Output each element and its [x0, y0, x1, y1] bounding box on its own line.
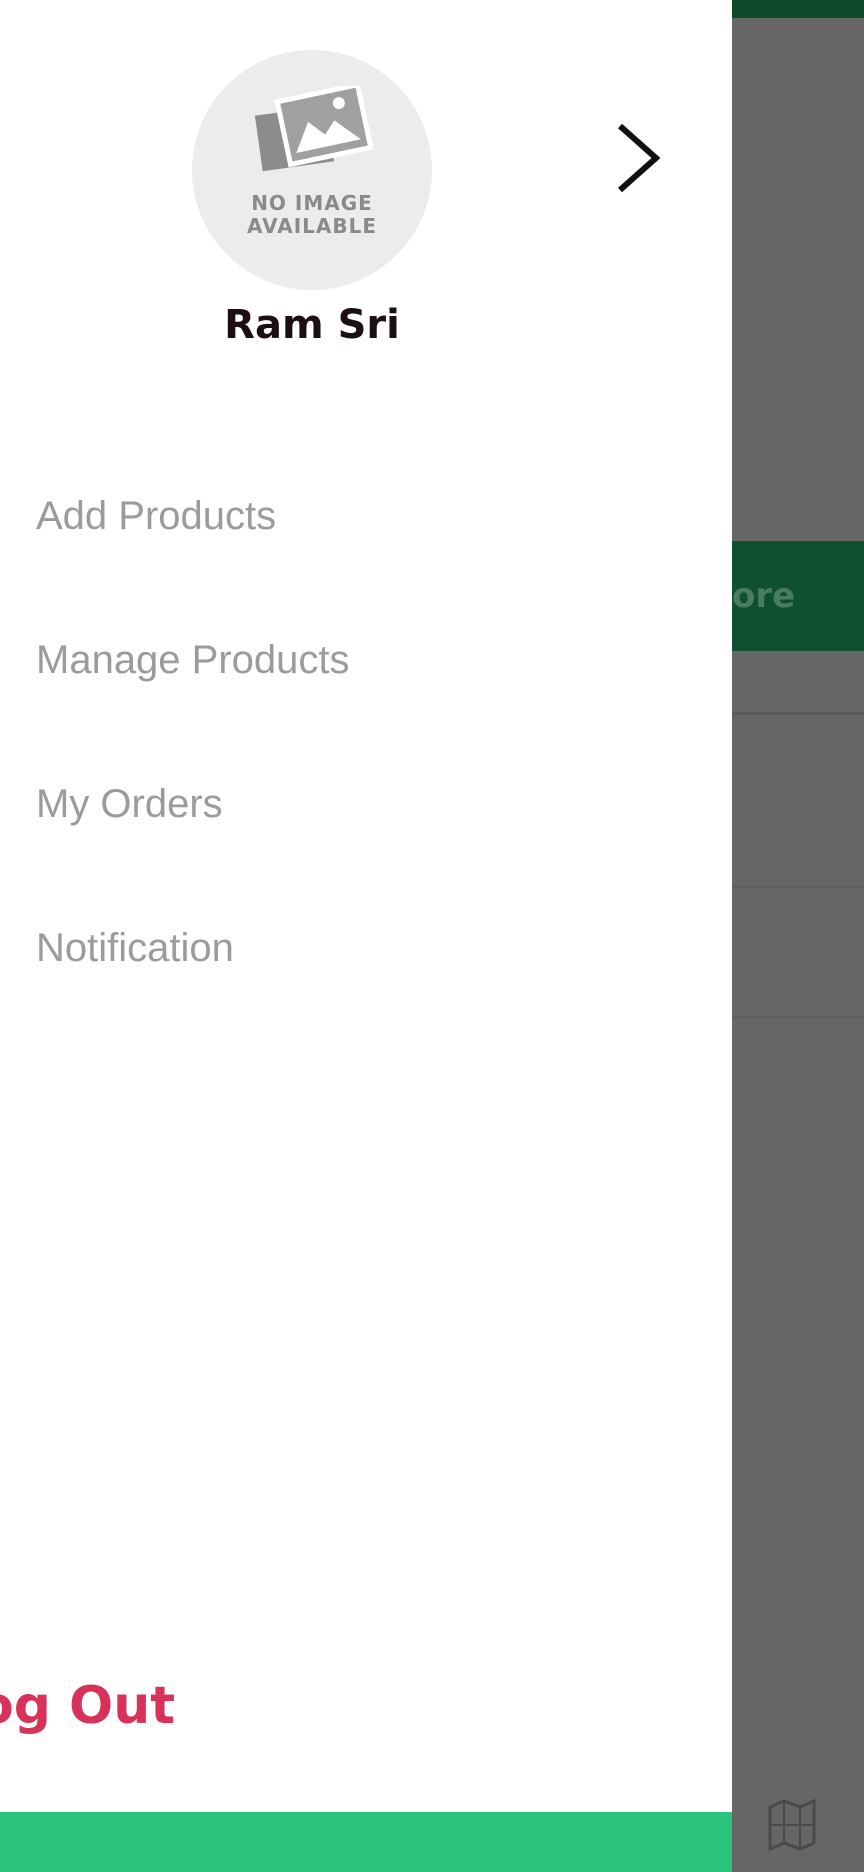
divider [732, 712, 864, 715]
app-banner: ore [732, 541, 864, 651]
logout-button[interactable]: og Out [0, 1676, 175, 1736]
menu-item-manage-products[interactable]: Manage Products [36, 638, 350, 683]
user-name: Ram Sri [224, 302, 400, 348]
chevron-right-icon[interactable] [612, 120, 662, 196]
app-banner-text: ore [732, 576, 796, 616]
image-placeholder-icon [254, 86, 374, 172]
divider [732, 1016, 864, 1018]
avatar-placeholder-text: NO IMAGE AVAILABLE [246, 191, 378, 238]
drawer-bottom-bar [0, 1812, 732, 1872]
map-icon [768, 1798, 816, 1852]
menu-item-notification[interactable]: Notification [36, 926, 234, 971]
menu-item-my-orders[interactable]: My Orders [36, 782, 223, 827]
avatar[interactable]: NO IMAGE AVAILABLE [192, 50, 432, 290]
navigation-drawer: NO IMAGE AVAILABLE Ram Sri Add Products … [0, 0, 732, 1872]
menu-item-add-products[interactable]: Add Products [36, 494, 276, 539]
divider [732, 886, 864, 888]
